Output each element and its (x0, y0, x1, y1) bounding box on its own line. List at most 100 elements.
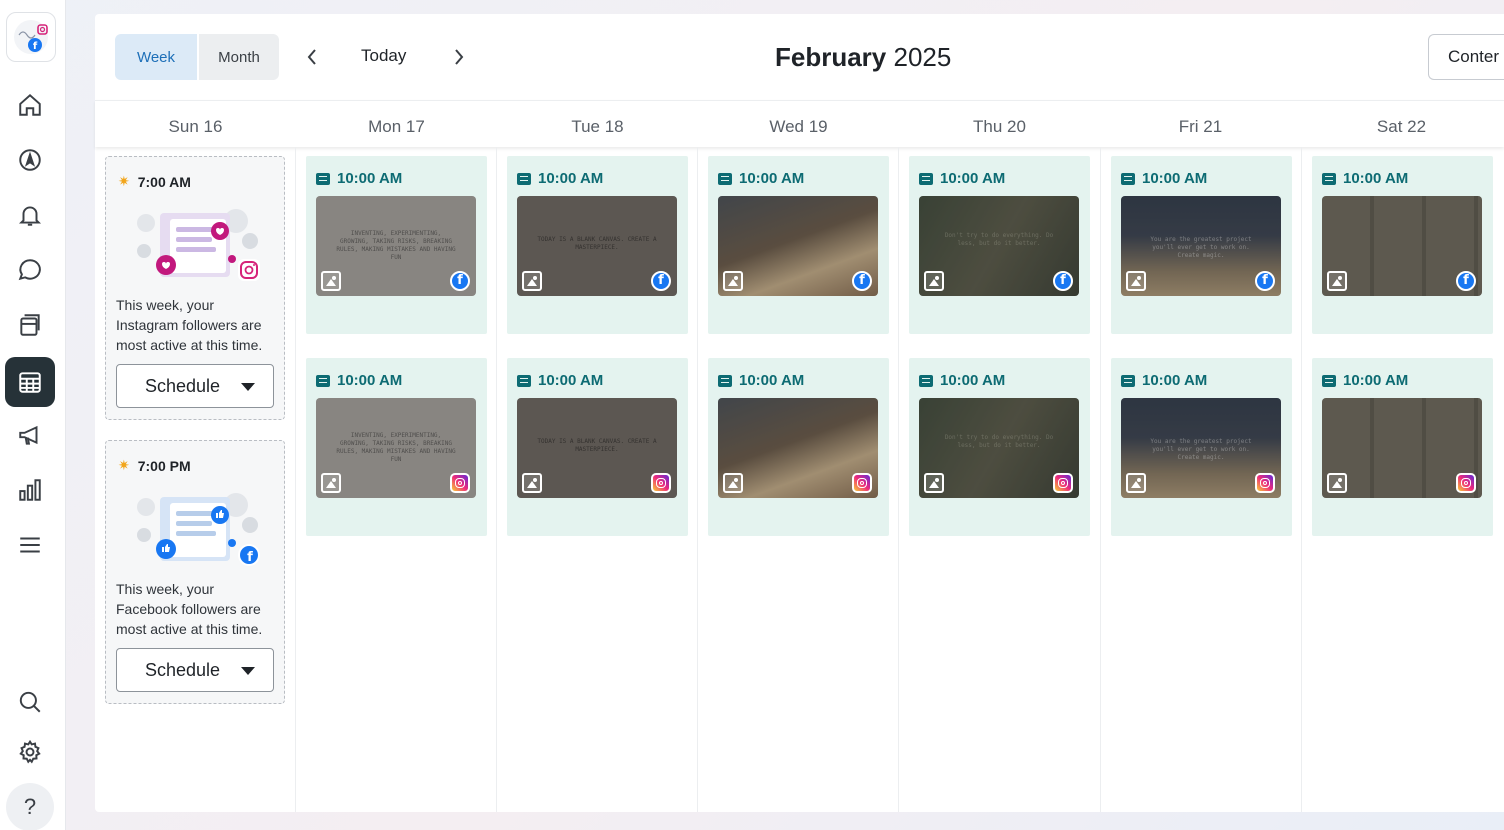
facebook-icon: f (1053, 271, 1073, 291)
sun-icon: ✷ (118, 173, 130, 189)
post-thumbnail: Today is a blank canvas. Create a master… (517, 398, 677, 498)
chevron-right-icon (455, 49, 464, 65)
scheduled-post[interactable]: 10:00 AM Inventing, experimenting, growi… (306, 358, 487, 536)
post-thumbnail: You are the greatest project you'll ever… (1121, 398, 1281, 498)
post-time: 10:00 AM (940, 372, 1006, 389)
next-week-button[interactable] (449, 44, 469, 70)
suggestion-time-row: ✷ 7:00 PM (118, 457, 191, 474)
post-icon (1121, 374, 1135, 387)
calendar-icon (19, 372, 41, 393)
post-time-row: 10:00 AM (718, 170, 804, 187)
post-thumbnail (718, 398, 878, 498)
nav-content[interactable] (5, 300, 55, 350)
schedule-button-label: Schedule (145, 375, 221, 396)
today-button[interactable]: Today (361, 46, 406, 66)
scheduled-post[interactable]: 10:00 AM Inventing, experimenting, growi… (306, 156, 487, 334)
post-thumbnail: Today is a blank canvas. Create a master… (517, 196, 677, 296)
nav-settings[interactable] (5, 727, 55, 777)
schedule-button[interactable]: Schedule (116, 648, 274, 692)
nav-menu[interactable] (5, 520, 55, 570)
calendar-toolbar: Week Month Today February 2025 Conter (95, 14, 1504, 100)
post-time: 10:00 AM (1343, 170, 1409, 187)
day-label: Fri 21 (1178, 117, 1223, 136)
instagram-icon (651, 473, 671, 493)
brand-logo[interactable]: f (6, 12, 56, 62)
caret-down-icon (241, 383, 255, 391)
image-icon (321, 271, 341, 291)
post-time: 10:00 AM (940, 170, 1006, 187)
content-button[interactable]: Conter (1428, 34, 1504, 80)
sun-icon: ✷ (118, 457, 130, 473)
nav-calendar[interactable] (5, 357, 55, 407)
scheduled-post[interactable]: 10:00 AM You are the greatest project yo… (1111, 156, 1292, 334)
help-button[interactable]: ? (6, 783, 54, 830)
best-time-suggestion-facebook: ✷ 7:00 PM f This week, your Facebook fol… (105, 440, 285, 704)
image-icon (321, 473, 341, 493)
image-icon (1126, 473, 1146, 493)
image-icon (723, 271, 743, 291)
scheduled-post[interactable]: 10:00 AM Today is a blank canvas. Create… (507, 358, 688, 536)
chat-icon (18, 259, 41, 281)
schedule-button[interactable]: Schedule (116, 364, 274, 408)
day-label: Thu 20 (973, 117, 1026, 136)
post-time: 10:00 AM (739, 372, 805, 389)
help-icon: ? (23, 794, 37, 819)
bell-icon (18, 206, 42, 226)
image-icon (924, 271, 944, 291)
post-icon (517, 374, 531, 387)
day-label: Wed 19 (769, 117, 828, 136)
month-view-button[interactable]: Month (199, 34, 279, 80)
scheduled-post[interactable]: 10:00 AM f (1312, 156, 1493, 334)
compass-icon (19, 149, 41, 171)
post-time-row: 10:00 AM (1322, 372, 1408, 389)
column-divider (1301, 147, 1302, 812)
week-view-button[interactable]: Week (115, 34, 197, 80)
scheduled-post[interactable]: 10:00 AM (1312, 358, 1493, 536)
post-thumbnail: Inventing, experimenting, growing, takin… (316, 398, 476, 498)
facebook-icon: f (651, 271, 671, 291)
nav-ads[interactable] (5, 410, 55, 460)
post-time-row: 10:00 AM (517, 372, 603, 389)
nav-search[interactable] (5, 677, 55, 727)
view-toggle: Week Month (115, 34, 279, 80)
post-time-row: 10:00 AM (1121, 170, 1207, 187)
svg-text:f: f (33, 41, 38, 52)
scheduled-post[interactable]: 10:00 AM Today is a blank canvas. Create… (507, 156, 688, 334)
post-time: 10:00 AM (337, 372, 403, 389)
day-label: Sat 22 (1376, 117, 1427, 136)
post-icon (919, 172, 933, 185)
day-header-row: Sun 16 Mon 17 Tue 18 Wed 19 Thu 20 Fri 2… (95, 100, 1504, 147)
facebook-engagement-illustration: f (137, 493, 260, 566)
scheduled-post[interactable]: 10:00 AM Don't try to do everything. Do … (909, 358, 1090, 536)
nav-messages[interactable] (5, 245, 55, 295)
nav-insights[interactable] (5, 465, 55, 515)
menu-icon (20, 537, 40, 553)
instagram-icon (1456, 473, 1476, 493)
nav-notifications[interactable] (5, 190, 55, 240)
post-time: 10:00 AM (538, 372, 604, 389)
previous-week-button[interactable] (302, 44, 322, 70)
facebook-icon: f (852, 271, 872, 291)
column-divider (496, 147, 497, 812)
post-time: 10:00 AM (538, 170, 604, 187)
chevron-left-icon (307, 49, 316, 65)
scheduled-post[interactable]: 10:00 AM (708, 358, 889, 536)
scheduled-post[interactable]: 10:00 AM f (708, 156, 889, 334)
scheduled-post[interactable]: 10:00 AM You are the greatest project yo… (1111, 358, 1292, 536)
post-thumbnail: Don't try to do everything. Do less, but… (919, 398, 1079, 498)
instagram-icon (1255, 473, 1275, 493)
post-time: 10:00 AM (739, 170, 805, 187)
post-icon (718, 374, 732, 387)
post-time: 10:00 AM (1142, 170, 1208, 187)
post-time: 10:00 AM (337, 170, 403, 187)
megaphone-icon (19, 425, 38, 445)
facebook-icon: f (1255, 271, 1275, 291)
nav-home[interactable] (5, 80, 55, 130)
column-divider (697, 147, 698, 812)
svg-text:f: f (247, 550, 253, 565)
sidebar: f ? (0, 0, 66, 830)
scheduled-post[interactable]: 10:00 AM Don't try to do everything. Do … (909, 156, 1090, 334)
nav-explore[interactable] (5, 135, 55, 185)
suggestion-time: 7:00 PM (137, 457, 191, 474)
image-icon (1327, 271, 1347, 291)
